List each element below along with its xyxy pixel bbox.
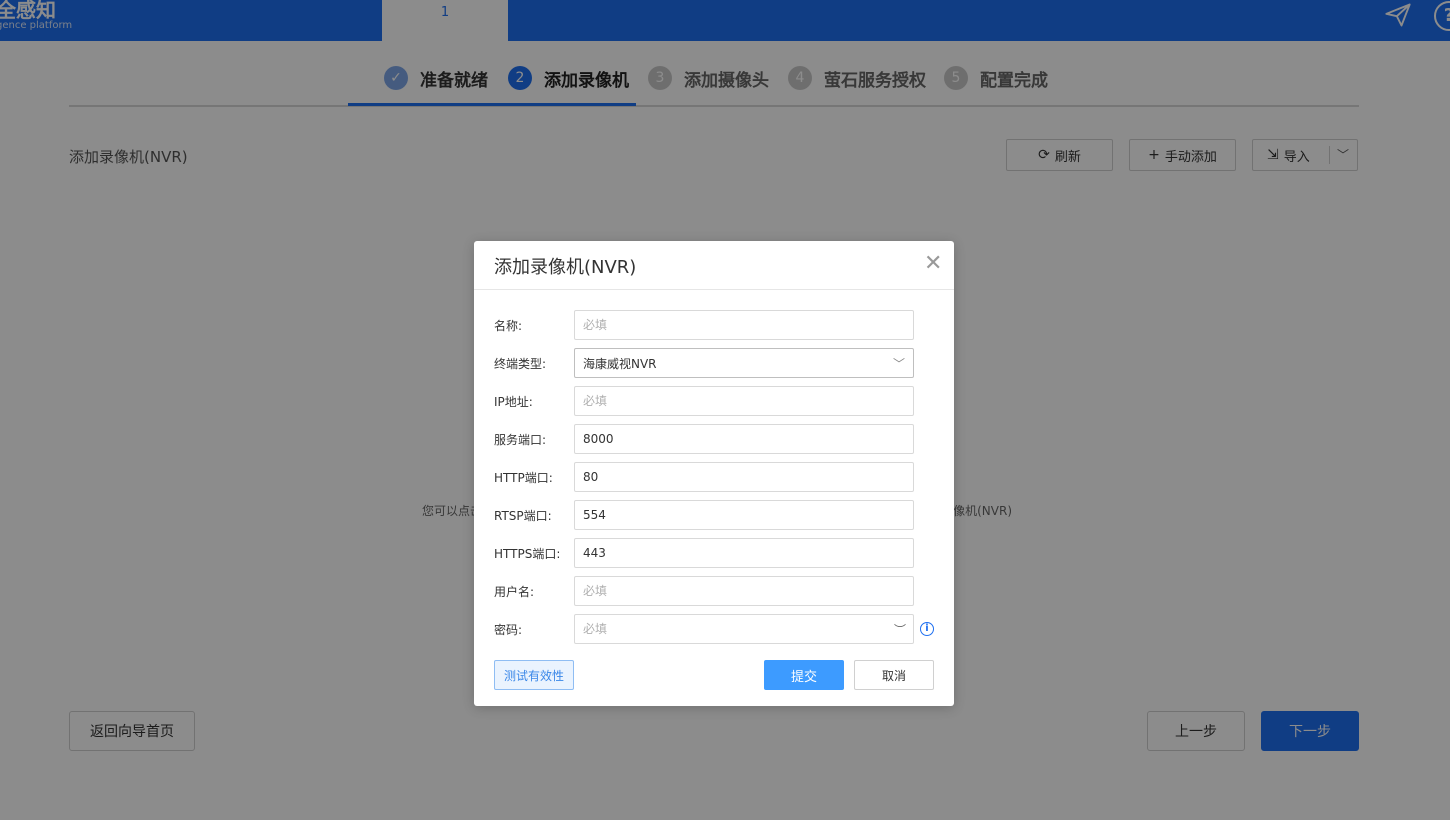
username-input[interactable] — [574, 576, 914, 606]
name-label: 名称: — [494, 319, 523, 333]
service-port-label: 服务端口: — [494, 433, 547, 447]
terminal-type-select[interactable]: 海康威视NVR ﹀ — [574, 348, 914, 378]
https-port-input[interactable] — [574, 538, 914, 568]
dialog-title: 添加录像机(NVR) — [494, 257, 637, 278]
test-label: 测试有效性 — [503, 668, 564, 683]
eye-closed-icon[interactable]: ︶ — [894, 621, 906, 638]
service-port-input[interactable] — [574, 424, 914, 454]
https-port-label: HTTPS端口: — [494, 547, 561, 561]
service-port-row: 服务端口: — [494, 424, 934, 454]
http-port-input[interactable] — [574, 462, 914, 492]
https-port-row: HTTPS端口: — [494, 538, 934, 568]
password-row: 密码: ︶ i — [494, 614, 934, 644]
add-nvr-dialog: 添加录像机(NVR) ✕ 名称: 终端类型: 海康威视NVR ﹀ IP地址: 服… — [474, 241, 954, 706]
http-port-row: HTTP端口: — [494, 462, 934, 492]
close-icon[interactable]: ✕ — [924, 251, 942, 276]
chevron-down-icon: ﹀ — [892, 357, 905, 371]
ip-input[interactable] — [574, 386, 914, 416]
username-row: 用户名: — [494, 576, 934, 606]
submit-label: 提交 — [790, 669, 817, 685]
type-row: 终端类型: 海康威视NVR ﹀ — [494, 348, 934, 378]
password-label: 密码: — [494, 623, 523, 637]
rtsp-port-row: RTSP端口: — [494, 500, 934, 530]
cancel-button[interactable]: 取消 — [854, 660, 934, 690]
http-port-label: HTTP端口: — [494, 471, 553, 485]
username-label: 用户名: — [494, 585, 535, 599]
dialog-divider — [474, 289, 954, 290]
rtsp-port-input[interactable] — [574, 500, 914, 530]
type-label: 终端类型: — [494, 357, 547, 371]
submit-button[interactable]: 提交 — [764, 660, 844, 690]
test-validity-button[interactable]: 测试有效性 — [494, 660, 574, 690]
ip-label: IP地址: — [494, 395, 533, 409]
name-row: 名称: — [494, 310, 934, 340]
ip-row: IP地址: — [494, 386, 934, 416]
rtsp-port-label: RTSP端口: — [494, 509, 552, 523]
cancel-label: 取消 — [881, 668, 906, 683]
info-icon[interactable]: i — [920, 622, 934, 636]
name-input[interactable] — [574, 310, 914, 340]
password-input[interactable] — [574, 614, 914, 644]
terminal-type-value: 海康威视NVR — [583, 356, 657, 371]
